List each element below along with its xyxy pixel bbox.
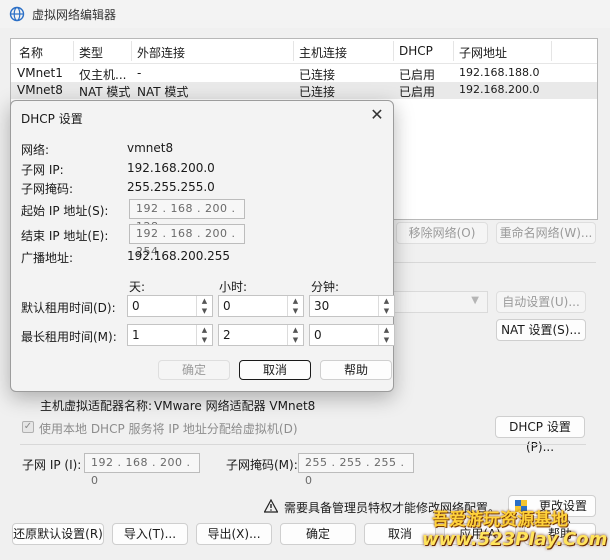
end-ip-field[interactable]: 192 . 168 . 200 . 254 xyxy=(129,224,245,258)
cell-type: NAT 模式 xyxy=(79,85,131,99)
rename-network-button[interactable]: 重命名网络(W)... xyxy=(496,222,596,244)
start-ip-field[interactable]: 192 . 168 . 200 . 128 xyxy=(129,199,245,233)
cell-external: NAT 模式 xyxy=(137,85,189,99)
cell-subnet: 192.168.200.0 xyxy=(459,83,540,96)
max-lease-days-stepper[interactable]: 1 ▲ ▼ xyxy=(127,324,213,346)
chevron-down-icon: ▼ xyxy=(471,295,479,306)
cell-name: VMnet8 xyxy=(17,83,63,97)
section-divider xyxy=(20,444,586,445)
default-lease-minutes-stepper[interactable]: 30 ▲ ▼ xyxy=(309,295,395,317)
dialog-help-button[interactable]: 帮助 xyxy=(320,360,392,380)
cell-name: VMnet1 xyxy=(17,66,63,80)
nat-settings-button[interactable]: NAT 设置(S)... xyxy=(496,319,586,341)
host-adapter-label: 主机虚拟适配器名称: xyxy=(40,399,153,413)
dhcp-subnet-ip-label: 子网 IP: xyxy=(21,163,64,177)
arrow-down-icon[interactable]: ▼ xyxy=(379,335,394,345)
dhcp-settings-dialog: DHCP 设置 ✕ 网络: vmnet8 子网 IP: 192.168.200.… xyxy=(10,100,395,392)
arrow-down-icon[interactable]: ▼ xyxy=(197,335,212,345)
watermark-line1: 吾爱游玩资源基地 xyxy=(432,510,568,530)
window-title: 虚拟网络编辑器 xyxy=(32,8,117,22)
dialog-cancel-button[interactable]: 取消 xyxy=(239,360,311,380)
max-lease-hours-stepper[interactable]: 2 ▲ ▼ xyxy=(218,324,304,346)
arrow-up-icon[interactable]: ▲ xyxy=(379,325,394,335)
col-external[interactable]: 外部连接 xyxy=(137,44,185,61)
list-header: 名称 类型 外部连接 主机连接 DHCP 子网地址 xyxy=(11,39,597,64)
cell-host: 已连接 xyxy=(299,68,336,82)
arrow-up-icon[interactable]: ▲ xyxy=(288,296,303,306)
subnet-mask-field[interactable]: 255 . 255 . 255 . 0 xyxy=(298,453,414,487)
col-name[interactable]: 名称 xyxy=(19,44,43,61)
network-label: 网络: xyxy=(21,143,50,157)
stepper-value: 30 xyxy=(314,299,330,313)
subnet-ip-field[interactable]: 192 . 168 . 200 . 0 xyxy=(84,453,200,487)
default-lease-days-stepper[interactable]: 0 ▲ ▼ xyxy=(127,295,213,317)
remove-network-button[interactable]: 移除网络(O) xyxy=(396,222,488,244)
start-ip-label: 起始 IP 地址(S): xyxy=(21,204,109,218)
arrow-up-icon[interactable]: ▲ xyxy=(379,296,394,306)
arrow-down-icon[interactable]: ▼ xyxy=(379,306,394,316)
watermark-line2: www.523Play.Com xyxy=(422,529,608,550)
globe-icon xyxy=(9,6,25,22)
dhcp-subnet-mask-label: 子网掩码: xyxy=(21,182,74,196)
table-row[interactable]: VMnet8 NAT 模式 NAT 模式 已连接 已启用 192.168.200… xyxy=(11,82,597,99)
host-adapter-value: VMware 网络适配器 VMnet8 xyxy=(154,399,316,413)
dialog-title: DHCP 设置 xyxy=(21,112,83,126)
hours-header: 小时: xyxy=(219,280,248,294)
cell-host: 已连接 xyxy=(299,85,336,99)
days-header: 天: xyxy=(129,280,146,294)
stepper-value: 2 xyxy=(223,328,231,342)
cell-dhcp: 已启用 xyxy=(399,85,436,99)
subnet-ip-label: 子网 IP (I): xyxy=(22,458,82,472)
col-type[interactable]: 类型 xyxy=(79,44,103,61)
dhcp-settings-button[interactable]: DHCP 设置(P)... xyxy=(495,416,585,454)
import-button[interactable]: 导入(T)... xyxy=(112,523,188,545)
arrow-down-icon[interactable]: ▼ xyxy=(288,335,303,345)
cell-subnet: 192.168.188.0 xyxy=(459,66,540,79)
watermark: 吾爱游玩资源基地 www.523Play.Com xyxy=(422,505,607,555)
restore-defaults-button[interactable]: 还原默认设置(R) xyxy=(12,523,104,545)
max-lease-label: 最长租用时间(M): xyxy=(21,330,117,344)
arrow-down-icon[interactable]: ▼ xyxy=(197,306,212,316)
dhcp-checkbox-label[interactable]: 使用本地 DHCP 服务将 IP 地址分配给虚拟机(D) xyxy=(39,420,298,437)
stepper-value: 1 xyxy=(132,328,140,342)
arrow-up-icon[interactable]: ▲ xyxy=(197,325,212,335)
warning-icon xyxy=(264,499,278,513)
auto-settings-button[interactable]: 自动设置(U)... xyxy=(496,291,586,313)
table-row[interactable]: VMnet1 仅主机... - 已连接 已启用 192.168.188.0 xyxy=(11,65,597,82)
dhcp-subnet-ip-value: 192.168.200.0 xyxy=(127,161,215,175)
arrow-up-icon[interactable]: ▲ xyxy=(197,296,212,306)
arrow-up-icon[interactable]: ▲ xyxy=(288,325,303,335)
minutes-header: 分钟: xyxy=(311,280,340,294)
broadcast-value: 192.168.200.255 xyxy=(127,249,231,263)
col-dhcp[interactable]: DHCP xyxy=(399,44,433,58)
default-lease-label: 默认租用时间(D): xyxy=(21,301,116,315)
export-button[interactable]: 导出(X)... xyxy=(196,523,272,545)
dialog-ok-button[interactable]: 确定 xyxy=(158,360,230,380)
stepper-value: 0 xyxy=(223,299,231,313)
stepper-value: 0 xyxy=(132,299,140,313)
close-icon[interactable]: ✕ xyxy=(367,105,387,125)
cell-type: 仅主机... xyxy=(79,68,127,82)
dhcp-checkbox[interactable]: ✓ xyxy=(22,421,34,433)
dhcp-subnet-mask-value: 255.255.255.0 xyxy=(127,180,215,194)
end-ip-label: 结束 IP 地址(E): xyxy=(21,229,109,243)
cell-dhcp: 已启用 xyxy=(399,68,436,82)
max-lease-minutes-stepper[interactable]: 0 ▲ ▼ xyxy=(309,324,395,346)
title-bar: 虚拟网络编辑器 xyxy=(0,0,610,28)
cell-external: - xyxy=(137,66,142,80)
subnet-mask-label: 子网掩码(M): xyxy=(226,458,298,472)
broadcast-label: 广播地址: xyxy=(21,251,74,265)
arrow-down-icon[interactable]: ▼ xyxy=(288,306,303,316)
dialog-body: 网络: vmnet8 子网 IP: 192.168.200.0 子网掩码: 25… xyxy=(21,135,395,385)
stepper-value: 0 xyxy=(314,328,322,342)
col-subnet[interactable]: 子网地址 xyxy=(459,44,507,61)
ok-button[interactable]: 确定 xyxy=(280,523,356,545)
network-value: vmnet8 xyxy=(127,141,174,155)
col-host[interactable]: 主机连接 xyxy=(299,44,347,61)
default-lease-hours-stepper[interactable]: 0 ▲ ▼ xyxy=(218,295,304,317)
